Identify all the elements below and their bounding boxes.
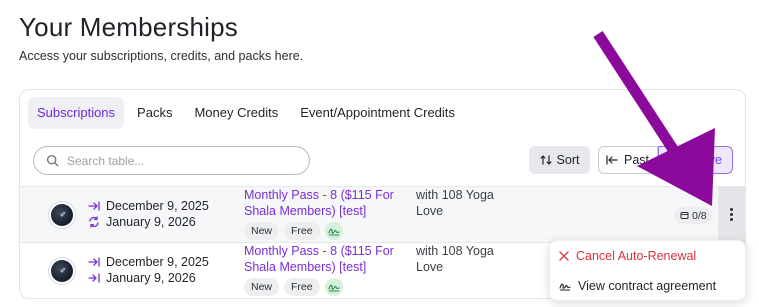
sort-label: Sort xyxy=(556,153,580,167)
avatar xyxy=(51,204,73,226)
signature-icon xyxy=(324,278,343,296)
tab-money-credits[interactable]: Money Credits xyxy=(185,97,287,129)
plan-name-link[interactable]: Monthly Pass - 8 ($115 For Shala Members… xyxy=(244,243,404,275)
new-badge: New xyxy=(244,278,280,296)
tab-subscriptions[interactable]: Subscriptions xyxy=(28,97,125,129)
search-box[interactable] xyxy=(33,146,310,175)
new-badge: New xyxy=(244,222,280,240)
page-title: Your Memberships xyxy=(19,12,239,42)
past-label: Past xyxy=(624,153,650,167)
arrow-left-bar-icon xyxy=(606,155,618,165)
start-arrow-icon xyxy=(88,257,100,267)
free-badge: Free xyxy=(284,222,320,240)
studio-name: with 108 Yoga Love xyxy=(416,187,496,219)
view-contract-item[interactable]: View contract agreement xyxy=(550,271,745,301)
cancel-auto-renewal-item[interactable]: Cancel Auto-Renewal xyxy=(550,241,745,271)
search-icon xyxy=(46,154,59,167)
tab-packs[interactable]: Packs xyxy=(128,97,181,129)
kebab-icon xyxy=(730,208,733,221)
usage-badge: 0/8 xyxy=(674,207,713,224)
row-menu-button[interactable] xyxy=(718,187,745,242)
page-subtitle: Access your subscriptions, credits, and … xyxy=(19,49,304,63)
studio-label: with 108 Yoga Love xyxy=(416,188,494,218)
date-range: December 9, 2025 January 9, 2026 xyxy=(88,198,209,230)
start-date: December 9, 2025 xyxy=(106,199,209,213)
plan-name-link[interactable]: Monthly Pass - 8 ($115 For Shala Members… xyxy=(244,187,404,219)
pack-icon xyxy=(680,212,689,219)
studio-name: with 108 Yoga Love xyxy=(416,243,496,275)
active-toggle-button[interactable]: Active xyxy=(658,146,733,174)
end-arrow-icon xyxy=(88,273,100,283)
cancel-auto-renewal-label: Cancel Auto-Renewal xyxy=(576,249,697,263)
start-arrow-icon xyxy=(88,201,100,211)
sort-icon xyxy=(539,155,552,165)
close-icon xyxy=(559,251,569,261)
signature-icon xyxy=(324,222,343,240)
renew-icon xyxy=(89,216,99,228)
view-contract-label: View contract agreement xyxy=(578,279,717,293)
past-toggle-button[interactable]: Past xyxy=(598,146,658,174)
usage-count: 0/8 xyxy=(692,209,707,222)
end-date: January 9, 2026 xyxy=(106,271,196,285)
search-input[interactable] xyxy=(67,153,287,168)
tab-bar: Subscriptions Packs Money Credits Event/… xyxy=(28,97,464,129)
studio-label: with 108 Yoga Love xyxy=(416,244,494,274)
start-date: December 9, 2025 xyxy=(106,255,209,269)
plan-cell: Monthly Pass - 8 ($115 For Shala Members… xyxy=(244,243,404,296)
row-action-menu: Cancel Auto-Renewal View contract agreem… xyxy=(549,240,746,301)
free-badge: Free xyxy=(284,278,320,296)
plan-cell: Monthly Pass - 8 ($115 For Shala Members… xyxy=(244,187,404,240)
tab-event-appointment-credits[interactable]: Event/Appointment Credits xyxy=(291,97,464,129)
table-row[interactable]: December 9, 2025 January 9, 2026 Monthly… xyxy=(20,186,745,242)
date-range: December 9, 2025 January 9, 2026 xyxy=(88,254,209,286)
active-label: Active xyxy=(687,153,722,167)
renew-date: January 9, 2026 xyxy=(106,215,196,229)
signature-icon xyxy=(559,283,571,291)
avatar xyxy=(51,260,73,282)
sort-button[interactable]: Sort xyxy=(529,146,590,174)
